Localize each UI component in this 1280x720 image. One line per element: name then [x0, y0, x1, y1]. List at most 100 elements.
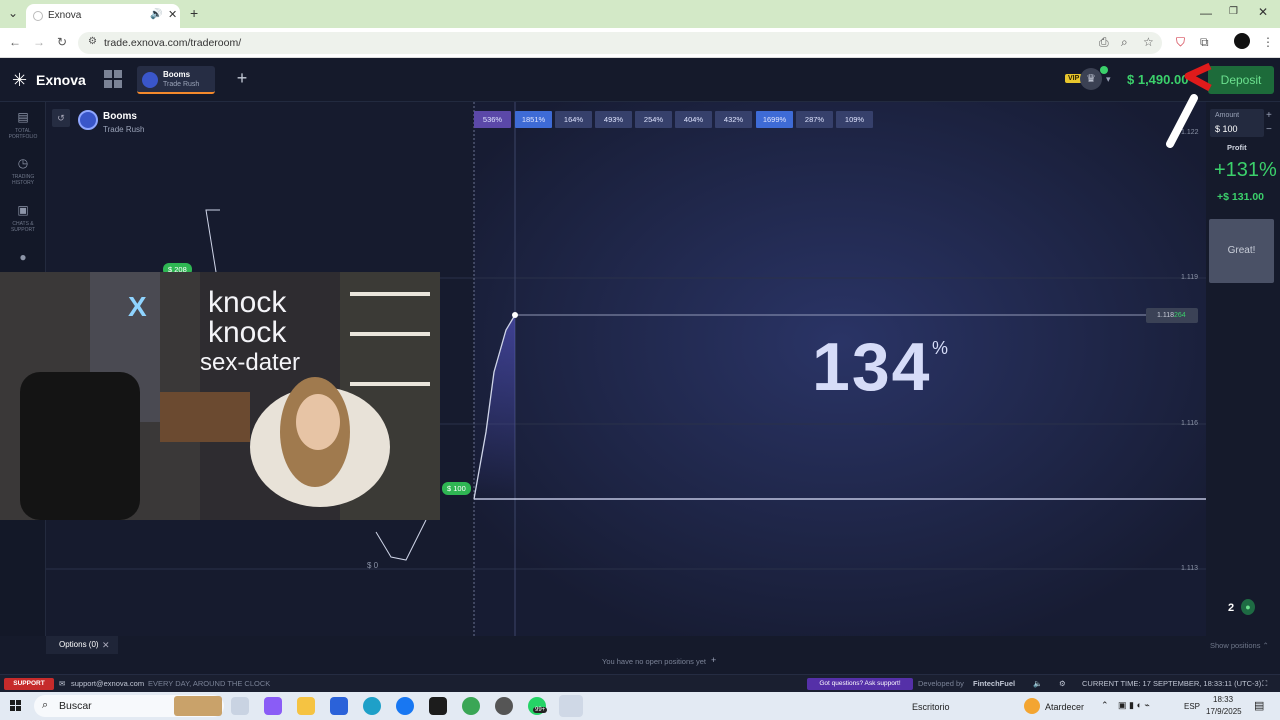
reload-icon[interactable]: ↻ [57, 35, 67, 49]
add-position-icon[interactable]: + [711, 655, 716, 665]
no-positions-text: You have no open positions yet [602, 657, 706, 666]
profit-label: Profit [1227, 143, 1247, 152]
desktop-label[interactable]: Escritorio [912, 702, 950, 712]
weather-icon[interactable] [1024, 698, 1040, 714]
copilot-icon[interactable] [264, 697, 282, 715]
trade-panel [1206, 102, 1280, 636]
sidebar-item-history[interactable]: ◷ TRADING HISTORY [0, 156, 46, 186]
maximize-icon[interactable]: ❐ [1229, 6, 1238, 17]
support-hours: EVERY DAY, AROUND THE CLOCK [148, 679, 271, 688]
white-stroke-annotation [1166, 94, 1198, 148]
tab-audio-icon[interactable]: 🔊 [150, 9, 162, 20]
whatsapp-badge: 99+ [533, 707, 548, 713]
multiplier-chip: 493% [595, 111, 632, 128]
support-email[interactable]: support@exnova.com [71, 679, 144, 688]
payout-tag-100: $ 100 [442, 482, 471, 495]
browser-menu-icon[interactable]: ⋮ [1262, 35, 1274, 49]
multiplier-chip: 1851% [515, 111, 552, 128]
facebook-icon[interactable] [396, 697, 414, 715]
svg-text:sex-dater: sex-dater [200, 349, 300, 376]
webcam-overlay: knock knock sex-dater X [0, 272, 440, 520]
sound-icon[interactable]: 🔈 [1033, 679, 1042, 688]
sidebar-item-label: TOTAL PORTFOLIO [8, 128, 38, 140]
show-positions-label: Show positions [1210, 641, 1261, 650]
multiplier-chip: 254% [635, 111, 672, 128]
address-bar-row: ← → ↻ ⚙ trade.exnova.com/traderoom/ ⎙ ⌕ … [0, 28, 1280, 58]
tab-title: Exnova [48, 10, 82, 21]
file-explorer-icon[interactable] [297, 697, 315, 715]
tab-favicon-icon [33, 11, 43, 21]
new-tab-icon[interactable]: + [190, 5, 198, 21]
language-indicator[interactable]: ESP [1184, 702, 1200, 711]
svg-text:knock: knock [208, 286, 287, 319]
tray-icons[interactable]: ▣ ▮ ◐ ⌁ [1118, 700, 1150, 711]
fullscreen-icon[interactable]: ⛶ [1262, 679, 1267, 689]
asset-tab-booms[interactable]: Booms Trade Rush [137, 66, 215, 94]
payout-tag-0: $ 0 [367, 561, 379, 570]
tray-chevron-icon[interactable]: ⌃ [1101, 700, 1109, 711]
store-icon[interactable] [330, 697, 348, 715]
task-view-icon[interactable] [231, 697, 249, 715]
asset-icon [78, 110, 98, 130]
clock-date[interactable]: 17/9/2025 [1206, 707, 1242, 716]
amount-minus-button[interactable]: − [1266, 124, 1272, 135]
extensions-puzzle-icon[interactable]: ⧉ [1200, 35, 1209, 50]
edge-icon[interactable] [363, 697, 381, 715]
crown-avatar-icon[interactable]: ♛ [1080, 68, 1102, 90]
deposit-button[interactable]: Deposit [1208, 66, 1274, 94]
verified-dot [1100, 66, 1108, 74]
sidebar-item-portfolio[interactable]: ▤ TOTAL PORTFOLIO [0, 110, 46, 140]
amount-plus-button[interactable]: + [1266, 110, 1272, 121]
person-icon[interactable]: ● [1241, 599, 1255, 615]
settings-icon[interactable]: ⚙ [1059, 679, 1066, 688]
options-tab-label: Options (0) [59, 640, 99, 649]
notifications-icon[interactable]: ▤ [1254, 699, 1264, 712]
account-dropdown-icon[interactable]: ▾ [1106, 74, 1111, 85]
sidebar-item-chats[interactable]: ▣ CHATS & SUPPORT [0, 203, 46, 233]
bookmark-star-icon[interactable]: ☆ [1143, 35, 1154, 49]
tab-close-icon[interactable]: ✕ [168, 8, 177, 21]
amount-input[interactable]: Amount $ 100 [1210, 109, 1264, 137]
forward-icon[interactable]: → [33, 35, 45, 49]
add-asset-tab-button[interactable]: + [228, 68, 256, 92]
sidebar-item-tips[interactable]: ● [0, 250, 46, 264]
weather-label[interactable]: Atardecer [1045, 702, 1084, 712]
install-app-icon[interactable]: ⎙ [1099, 35, 1109, 50]
svg-text:knock: knock [208, 316, 287, 349]
show-positions-button[interactable]: Show positions ⌃ [1210, 641, 1269, 650]
taskbar-search[interactable]: ⌕ Buscar [34, 695, 224, 717]
history-toggle-icon[interactable]: ↺ [52, 109, 70, 127]
chrome-profile-icon[interactable] [495, 697, 513, 715]
amount-value: $ 100 [1215, 124, 1238, 134]
apps-grid-icon[interactable] [104, 70, 124, 90]
minimize-icon[interactable]: — [1200, 6, 1212, 20]
great-button[interactable]: Great! [1209, 219, 1274, 283]
clock-time[interactable]: 18:33 [1213, 695, 1233, 704]
url-text: trade.exnova.com/traderoom/ [104, 37, 242, 49]
if-app-icon[interactable] [429, 697, 447, 715]
extension-shield-icon[interactable]: ⛉ [1176, 35, 1185, 50]
ask-support-button[interactable]: Got questions? Ask support! [807, 678, 913, 690]
windows-start-icon[interactable] [10, 700, 22, 712]
profile-avatar[interactable] [1234, 33, 1250, 49]
multiplier-chip: 287% [796, 111, 833, 128]
support-button[interactable]: SUPPORT [4, 678, 54, 690]
price-suffix: 264 [1174, 312, 1186, 319]
site-info-icon[interactable]: ⚙ [88, 36, 97, 47]
developed-by-label: Developed by [918, 679, 964, 688]
close-options-icon[interactable]: ✕ [102, 640, 110, 651]
profit-percent: +131% [1214, 159, 1277, 181]
browser-tab[interactable]: Exnova 🔊 ✕ [26, 4, 180, 28]
close-window-icon[interactable]: ✕ [1258, 5, 1268, 19]
clock-icon: ◷ [17, 156, 29, 170]
browser-tab-bar: ⌄ Exnova 🔊 ✕ + — ❐ ✕ [0, 0, 1280, 28]
chrome-icon[interactable] [462, 697, 480, 715]
chrome-active-icon[interactable] [559, 695, 583, 717]
url-field[interactable]: ⚙ trade.exnova.com/traderoom/ [78, 32, 1162, 54]
chat-icon: ▣ [17, 203, 29, 217]
zoom-icon[interactable]: ⌕ [1121, 35, 1128, 50]
options-bar: Options (0) ✕ Show positions ⌃ You have … [0, 636, 1280, 674]
back-icon[interactable]: ← [9, 35, 21, 49]
tab-list-icon[interactable]: ⌄ [8, 6, 18, 20]
online-count: 2 [1228, 602, 1235, 614]
